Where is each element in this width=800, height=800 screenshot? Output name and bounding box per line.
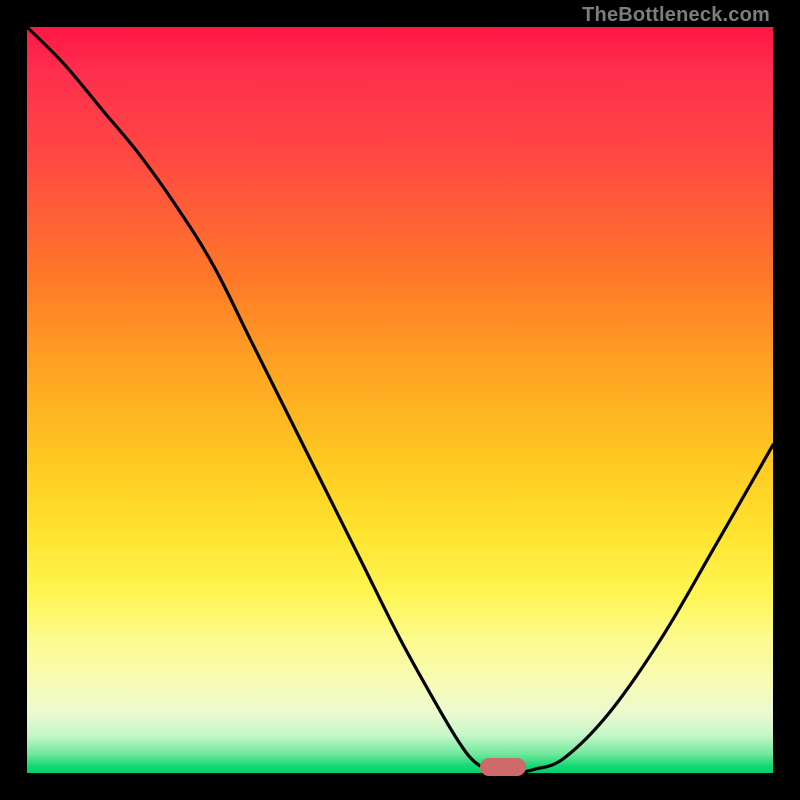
watermark-text: TheBottleneck.com [582, 4, 770, 27]
optimum-marker [480, 758, 526, 776]
chart-frame: TheBottleneck.com [0, 0, 800, 800]
bottleneck-curve [0, 0, 800, 800]
